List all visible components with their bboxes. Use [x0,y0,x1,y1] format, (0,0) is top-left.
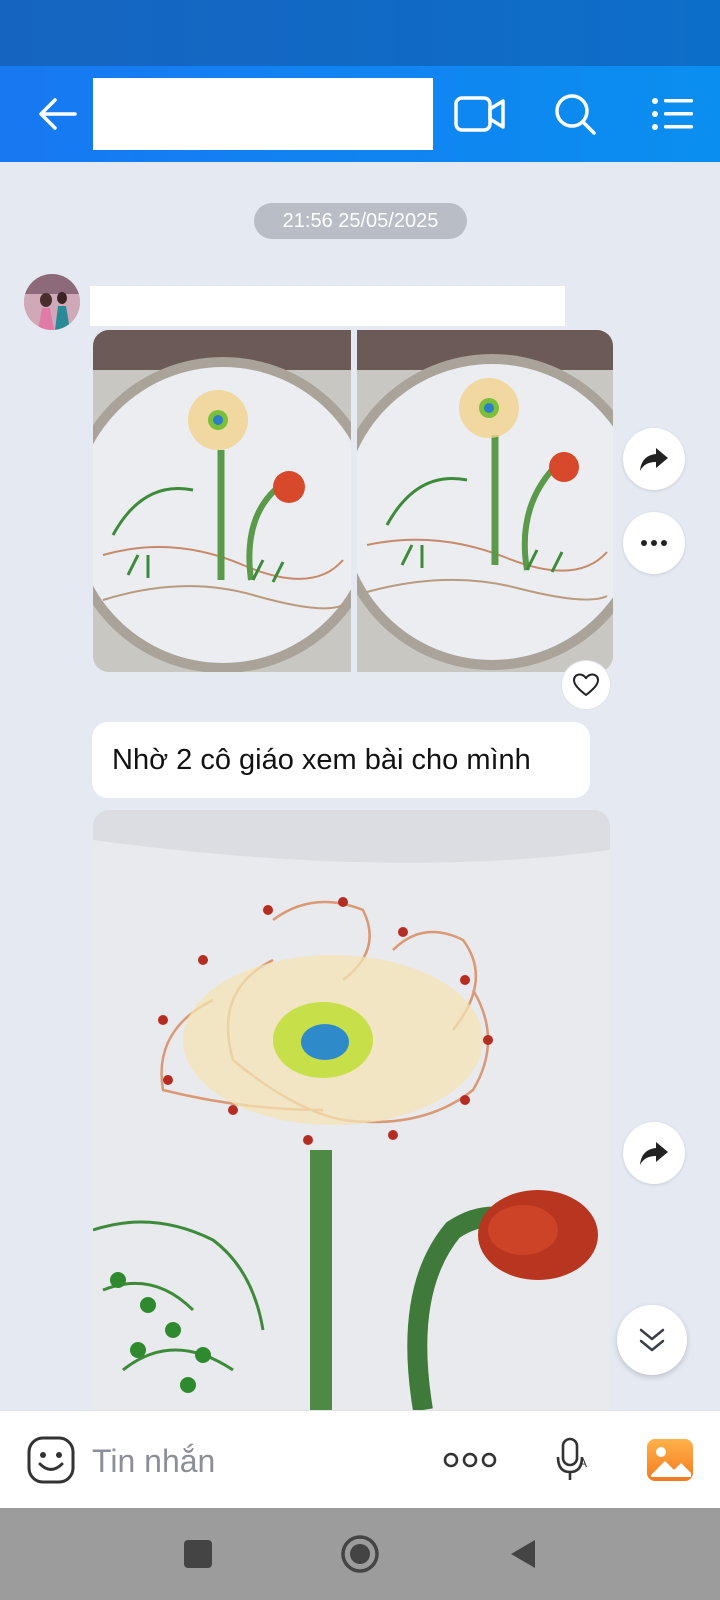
chevron-double-down-icon [639,1328,665,1352]
timestamp-pill: 21:56 25/05/2025 [254,203,467,239]
menu-button[interactable] [638,66,708,162]
list-menu-icon [652,98,693,130]
sender-name [90,286,565,326]
arrow-left-icon [39,98,77,130]
message-image[interactable] [357,330,613,672]
gallery-button[interactable] [642,1411,698,1509]
message-image-large[interactable] [93,810,610,1410]
search-button[interactable] [540,66,610,162]
message-input[interactable] [90,1435,424,1487]
gallery-icon [647,1439,693,1481]
chat-title[interactable] [93,78,433,150]
emoji-icon [27,1436,75,1484]
share-icon [640,1142,668,1165]
more-actions-button[interactable] [440,1411,500,1509]
avatar[interactable] [24,274,80,330]
circle-icon [341,1535,379,1573]
share-icon [640,448,668,471]
voice-button[interactable]: A [548,1411,598,1509]
home-button[interactable] [320,1508,400,1600]
more-icon [641,540,667,546]
more-dots-icon [443,1452,497,1468]
message-bubble[interactable]: Nhờ 2 cô giáo xem bài cho mình [92,722,590,798]
share-button[interactable] [623,428,685,490]
recent-apps-button[interactable] [158,1508,238,1600]
reaction-button[interactable] [561,660,611,710]
back-button[interactable] [22,66,92,162]
scroll-to-bottom-button[interactable] [617,1305,687,1375]
message-image[interactable] [93,330,351,672]
share-button[interactable] [623,1122,685,1184]
square-icon [184,1540,212,1568]
message-composer: A [0,1410,720,1509]
nav-back-button[interactable] [482,1508,562,1600]
more-options-button[interactable] [623,512,685,574]
svg-text:A: A [579,1456,587,1470]
triangle-back-icon [511,1540,535,1568]
video-call-icon [454,96,505,132]
heart-icon [573,673,599,696]
video-call-button[interactable] [445,66,515,162]
emoji-button[interactable] [22,1411,80,1509]
microphone-icon: A [556,1437,587,1480]
status-bar [0,0,720,66]
search-icon [555,94,596,135]
system-nav-bar [0,1508,720,1600]
